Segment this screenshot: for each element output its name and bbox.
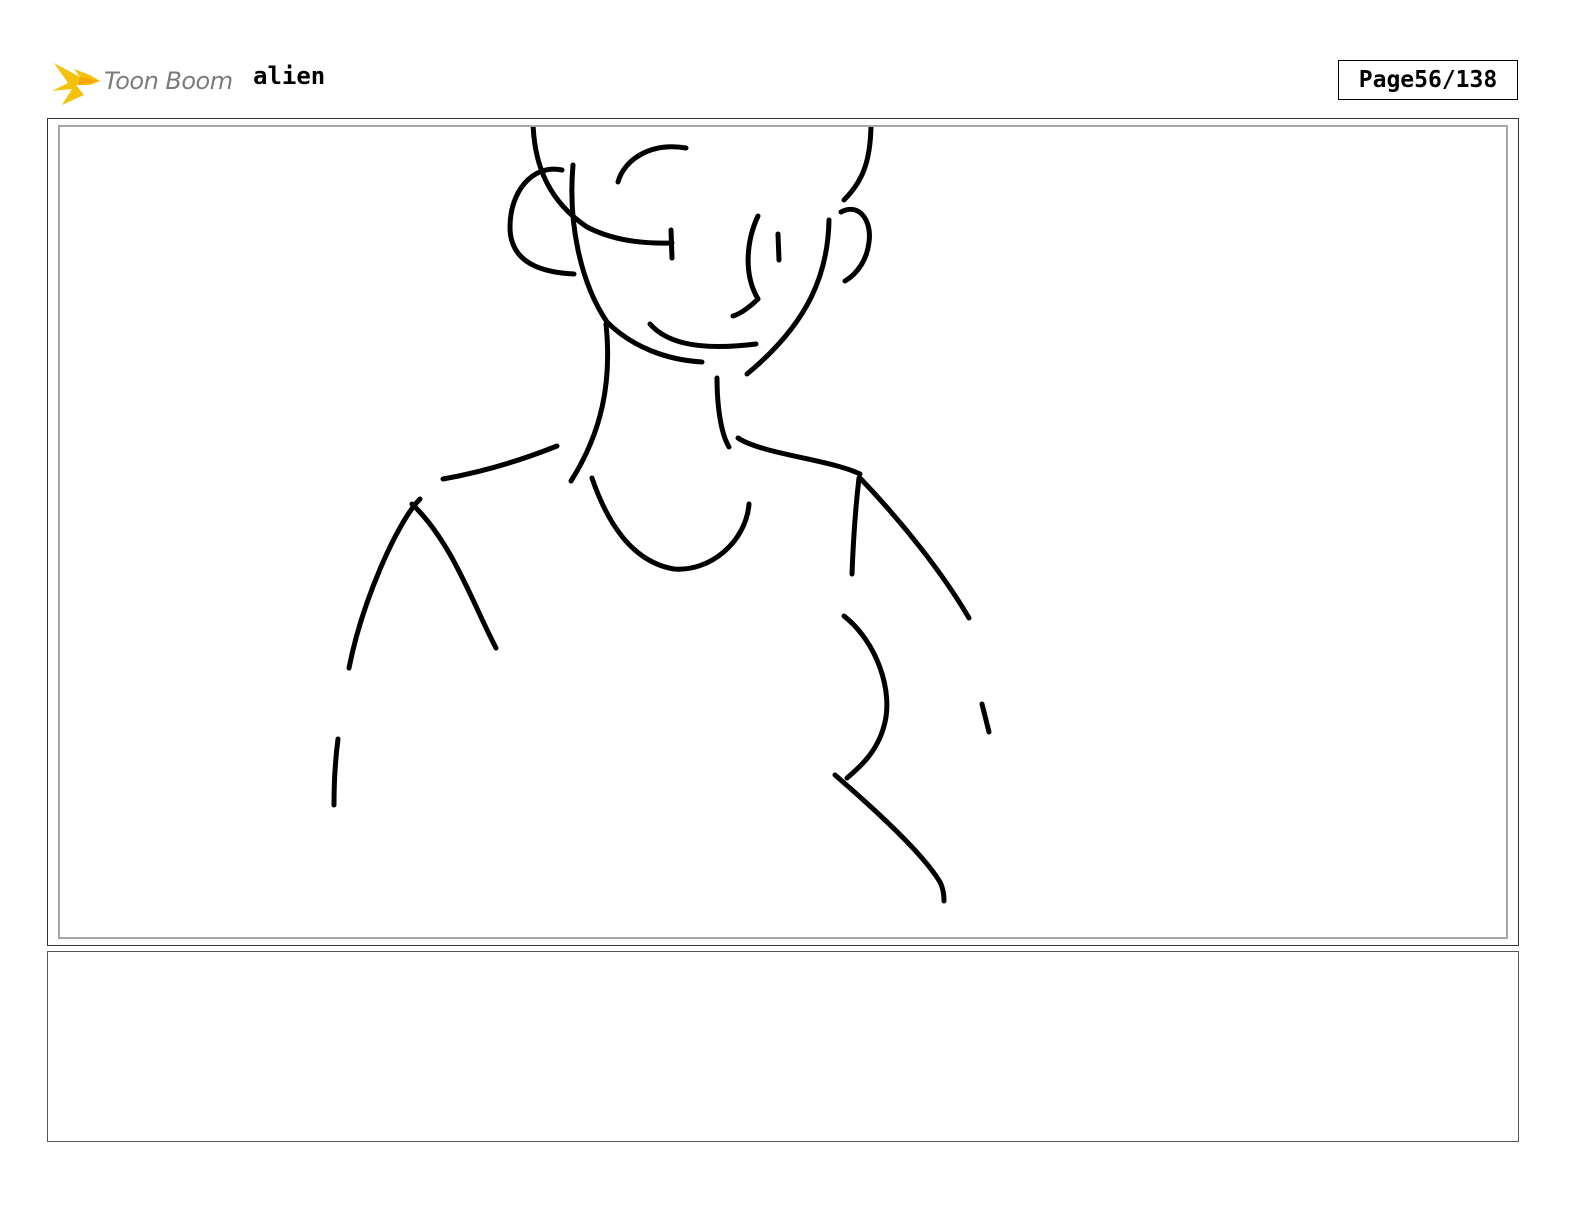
- panel-notes-box: [47, 951, 1519, 1142]
- page-counter: Page 56/138: [1338, 60, 1518, 100]
- starburst-icon: [52, 63, 100, 105]
- character-sketch-drawing: [331, 127, 992, 904]
- page-label: Page: [1358, 67, 1415, 93]
- storyboard-panel: [58, 125, 1508, 939]
- logo-wordmark: Toon Boom: [104, 67, 233, 95]
- project-title: alien: [253, 62, 326, 90]
- toon-boom-logo: Toon Boom: [50, 54, 240, 108]
- page-number: 56/138: [1414, 67, 1498, 93]
